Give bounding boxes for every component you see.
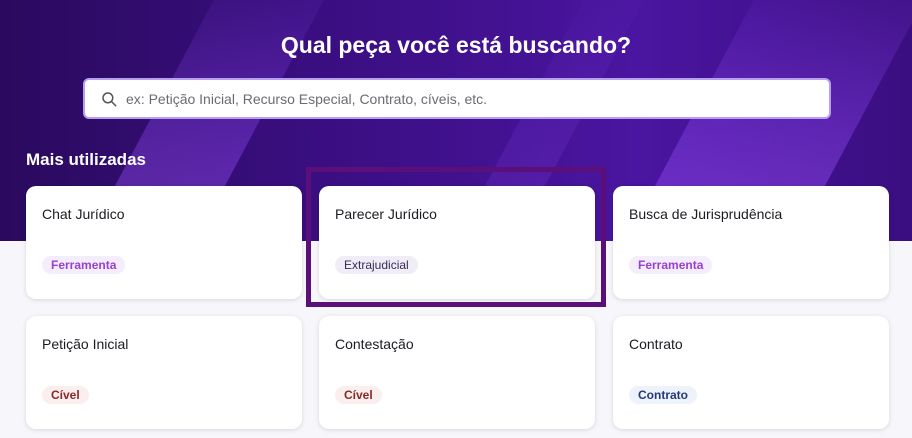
card-busca-jurisprudencia[interactable]: Busca de Jurisprudência Ferramenta — [613, 186, 889, 299]
category-badge: Cível — [42, 386, 89, 404]
page-title: Qual peça você está buscando? — [280, 32, 632, 58]
card-contrato[interactable]: Contrato Contrato — [613, 316, 889, 429]
card-contestacao[interactable]: Contestação Cível — [319, 316, 595, 429]
search-icon — [102, 91, 117, 106]
card-title: Parecer Jurídico — [335, 206, 437, 222]
category-badge: Cível — [335, 386, 382, 404]
card-title: Contestação — [335, 336, 414, 352]
category-badge: Ferramenta — [42, 256, 126, 274]
category-badge: Contrato — [629, 386, 697, 404]
category-badge: Ferramenta — [629, 256, 713, 274]
card-title: Petição Inicial — [42, 336, 129, 352]
card-chat-juridico[interactable]: Chat Jurídico Ferramenta — [26, 186, 302, 299]
card-parecer-juridico[interactable]: Parecer Jurídico Extrajudicial — [319, 186, 595, 299]
search-input[interactable] — [124, 89, 829, 108]
card-peticao-inicial[interactable]: Petição Inicial Cível — [26, 316, 302, 429]
card-title: Busca de Jurisprudência — [629, 206, 783, 222]
search-bar[interactable] — [83, 78, 831, 119]
card-title: Contrato — [629, 336, 683, 352]
section-title: Mais utilizadas — [26, 150, 146, 169]
card-title: Chat Jurídico — [42, 206, 125, 222]
category-badge: Extrajudicial — [335, 256, 418, 274]
